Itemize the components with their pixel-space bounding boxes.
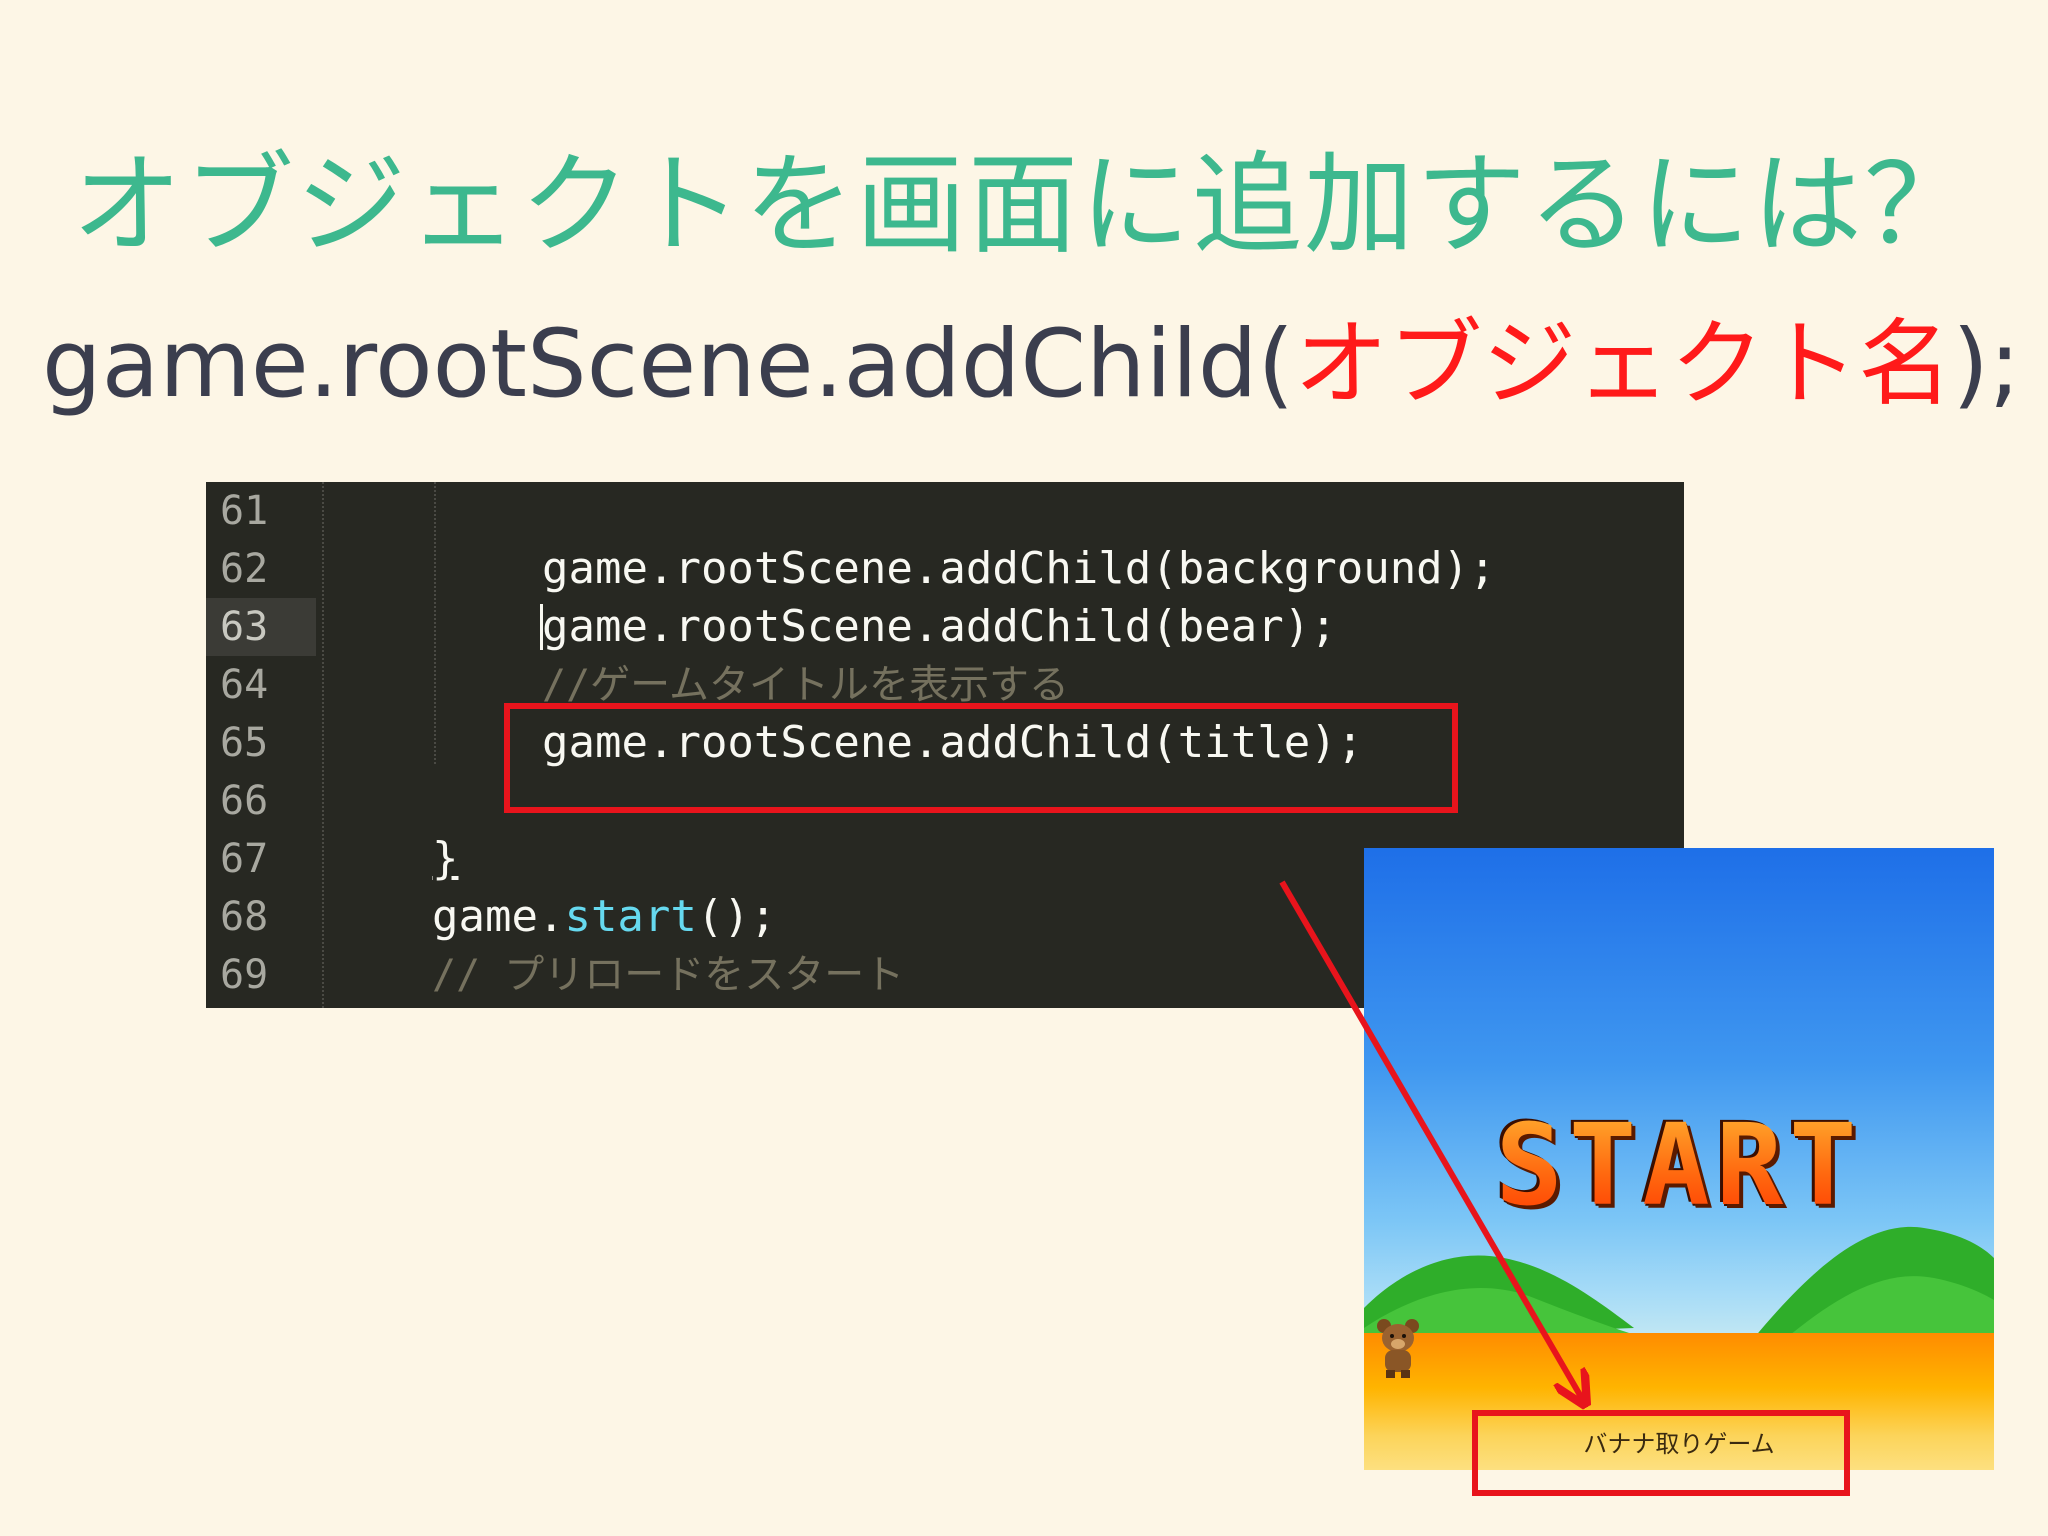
code-object: game. <box>432 891 565 942</box>
line-number: 67 <box>220 836 269 882</box>
game-preview: START バナナ取りゲーム <box>1364 848 1994 1470</box>
code-text: game.rootScene.addChild(background); <box>542 543 1496 594</box>
line-number: 66 <box>220 778 269 824</box>
line-number: 65 <box>220 720 269 766</box>
code-example-suffix: ); <box>1952 310 2021 419</box>
code-line: 61 <box>206 482 1684 540</box>
code-example: game.rootScene.addChild(オブジェクト名); <box>42 300 2042 430</box>
code-text: game.start(); <box>432 888 776 946</box>
code-method: start <box>564 891 697 942</box>
line-number: 64 <box>220 662 269 708</box>
code-comment: // プリロードをスタート <box>432 952 905 998</box>
line-number: 63 <box>206 598 316 656</box>
start-logo: START <box>1444 1106 1914 1226</box>
code-example-argument: オブジェクト名 <box>1294 310 1953 419</box>
code-text: } <box>432 833 459 884</box>
bear-sprite <box>1377 1319 1419 1378</box>
code-line-current: 63 game.rootScene.addChild(bear); <box>206 598 1684 656</box>
code-example-prefix: game.rootScene.addChild( <box>42 310 1295 419</box>
line-number: 62 <box>220 546 269 592</box>
line-number: 69 <box>220 952 269 998</box>
code-call: (); <box>696 891 777 942</box>
code-highlight-box <box>504 703 1458 813</box>
code-text: game.rootScene.addChild(bear); <box>542 601 1337 652</box>
code-line: 62 game.rootScene.addChild(background); <box>206 540 1684 598</box>
line-number: 68 <box>220 894 269 940</box>
game-title-highlight-box <box>1472 1410 1850 1496</box>
slide-title: オブジェクトを画面に追加するには？ <box>72 141 1976 269</box>
line-number: 61 <box>220 488 269 534</box>
